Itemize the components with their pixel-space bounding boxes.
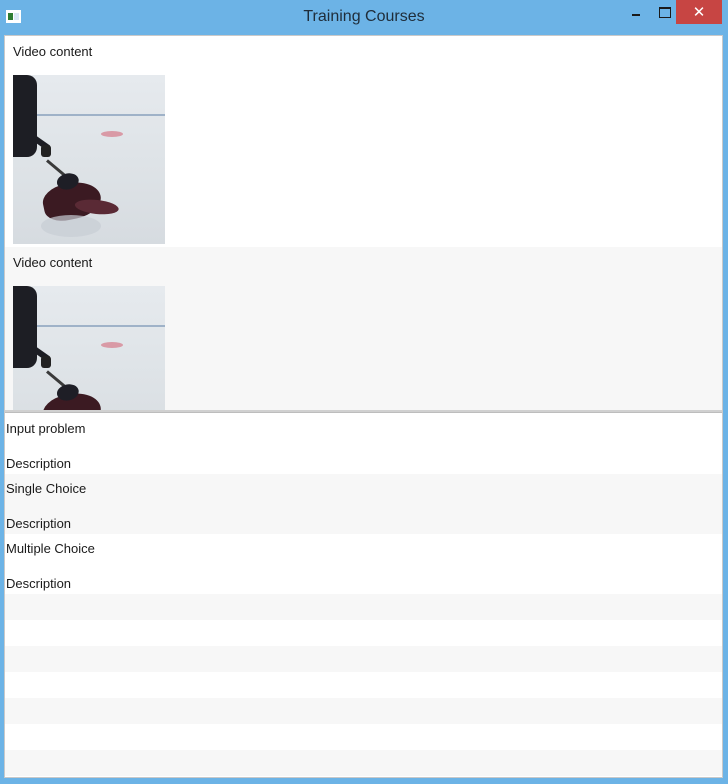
player-figure [39,388,105,411]
coach-figure [13,75,37,157]
question-description: Description [6,456,72,471]
question-type: Single Choice [6,481,87,496]
question-description: Description [6,516,72,531]
title-bar[interactable]: Training Courses ✕ [0,0,728,35]
coach-figure [13,286,37,368]
video-item[interactable]: Video content [5,36,722,247]
rink-blue-line [35,325,165,327]
video-label: Video content [13,44,93,59]
question-list[interactable]: Input problem Description Single Choice … [5,414,722,777]
question-type: Input problem [6,421,86,436]
question-item[interactable]: Multiple Choice Description [5,534,722,594]
close-button[interactable]: ✕ [676,0,722,24]
rink-face-off-mark [101,342,123,348]
motion-blur [41,215,101,237]
video-thumbnail[interactable] [13,286,165,411]
question-item[interactable]: Single Choice Description [5,474,722,534]
rink-face-off-mark [101,131,123,137]
question-type: Multiple Choice [6,541,95,556]
question-description: Description [6,576,72,591]
minimize-button[interactable] [622,0,650,26]
question-item[interactable]: Input problem Description [5,414,722,474]
video-list[interactable]: Video content Video content [5,36,722,411]
window-title: Training Courses [303,8,425,25]
empty-row [5,594,722,620]
video-label: Video content [13,255,93,270]
window-client-area: Video content Video content Input proble… [4,35,723,778]
empty-row [5,750,722,776]
coach-glove [41,356,51,368]
video-thumbnail[interactable] [13,75,165,244]
coach-glove [41,145,51,157]
empty-row [5,646,722,672]
empty-row [5,698,722,724]
pane-splitter[interactable] [5,410,722,413]
close-icon: ✕ [692,4,706,21]
maximize-button[interactable] [650,0,678,26]
rink-blue-line [35,114,165,116]
video-item[interactable]: Video content [5,247,722,411]
